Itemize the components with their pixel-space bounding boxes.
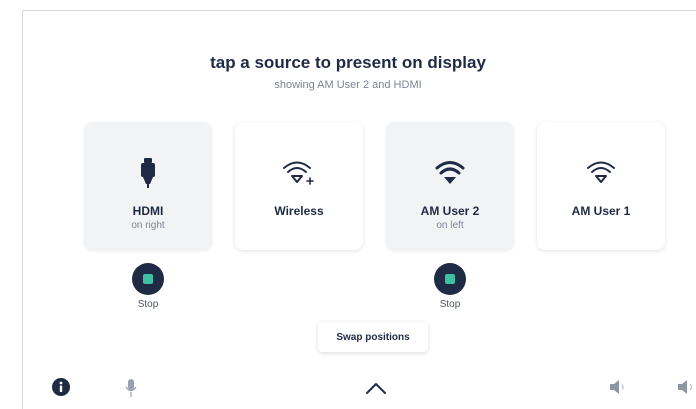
source-label: Wireless	[274, 204, 324, 218]
wifi-outline-icon	[537, 156, 665, 190]
stop-icon	[143, 274, 153, 284]
stop-button-hdmi[interactable]	[132, 263, 164, 295]
source-card-am-user-2[interactable]: AM User 2 on left	[386, 122, 514, 250]
page-subtitle: showing AM User 2 and HDMI	[274, 79, 422, 91]
source-label: AM User 2	[420, 204, 480, 218]
wifi-plus-icon	[235, 156, 363, 190]
hdmi-plug-icon	[84, 156, 212, 190]
page-title: tap a source to present on display	[210, 53, 486, 72]
stop-am-user-2: Stop	[420, 263, 480, 310]
source-position: on right	[131, 220, 165, 231]
wifi-icon	[386, 156, 514, 190]
swap-positions-button[interactable]: Swap positions	[318, 322, 428, 352]
source-card-wireless[interactable]: Wireless	[235, 122, 363, 250]
stop-label: Stop	[439, 299, 461, 310]
microphone-icon[interactable]	[124, 378, 138, 398]
source-card-am-user-1[interactable]: AM User 1	[537, 122, 665, 250]
source-label: AM User 1	[571, 204, 631, 218]
source-card-hdmi[interactable]: HDMI on right	[84, 122, 212, 250]
chevron-up-icon[interactable]	[364, 380, 388, 396]
stop-icon	[445, 274, 455, 284]
volume-down-icon[interactable]	[608, 378, 628, 396]
source-position: on left	[436, 220, 464, 231]
stop-button-am-user-2[interactable]	[434, 263, 466, 295]
source-label: HDMI	[132, 204, 164, 218]
stop-label: Stop	[137, 299, 159, 310]
stop-hdmi: Stop	[118, 263, 178, 310]
volume-up-icon[interactable]	[676, 378, 696, 396]
info-icon[interactable]	[52, 378, 70, 396]
